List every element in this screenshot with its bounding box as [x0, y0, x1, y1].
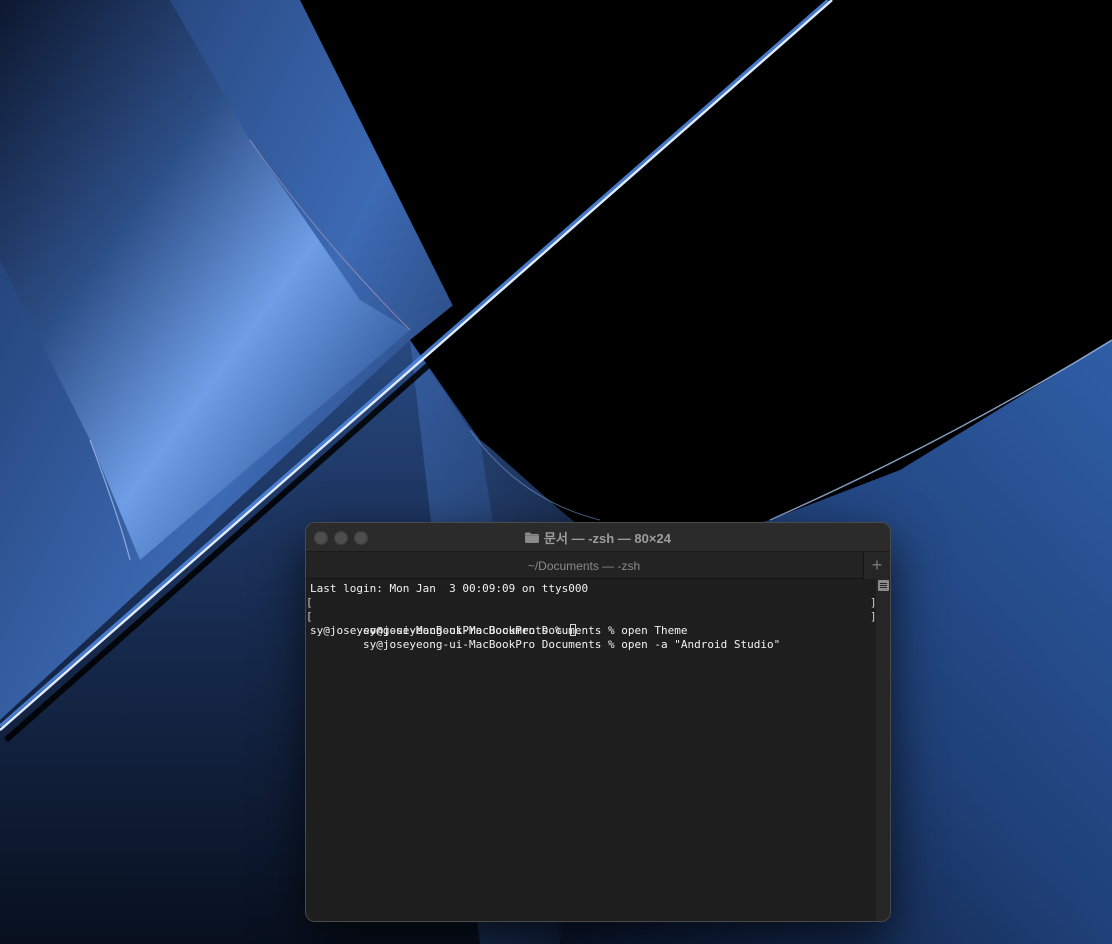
folder-icon [525, 532, 540, 543]
window-title: 문서 — -zsh — 80×24 [544, 530, 671, 546]
window-title-group: 문서 — -zsh — 80×24 [306, 523, 890, 551]
terminal-line: Last login: Mon Jan 3 00:09:09 on ttys00… [310, 582, 589, 595]
tab-documents-zsh[interactable]: ~/Documents — -zsh [306, 552, 862, 579]
terminal-line-container: [ sy@joseyeong-ui-MacBookPro Documents %… [306, 610, 780, 651]
desktop[interactable]: 문서 — -zsh — 80×24 ~/Documents — -zsh + L… [0, 0, 1112, 944]
title-bar[interactable]: 문서 — -zsh — 80×24 [306, 523, 890, 551]
new-tab-button[interactable]: + [863, 552, 890, 579]
terminal-prompt-line: sy@joseyeong-ui-MacBookPro Documents % [310, 624, 577, 638]
text-cursor [570, 624, 577, 636]
terminal-line-container: [ sy@joseyeong-ui-MacBookPro Documents %… [306, 596, 688, 637]
line-mark-left: [ [306, 596, 313, 609]
scrollbar[interactable] [876, 579, 890, 921]
terminal-prompt: sy@joseyeong-ui-MacBookPro Documents % [310, 624, 569, 637]
line-mark-left: [ [306, 610, 313, 623]
tab-label: ~/Documents — -zsh [527, 558, 641, 573]
terminal-content[interactable]: Last login: Mon Jan 3 00:09:09 on ttys00… [306, 579, 890, 921]
scroll-marker-icon[interactable] [878, 580, 889, 591]
terminal-window[interactable]: 문서 — -zsh — 80×24 ~/Documents — -zsh + L… [305, 522, 891, 922]
terminal-line: sy@joseyeong-ui-MacBookPro Documents % o… [362, 638, 781, 651]
tab-bar: ~/Documents — -zsh + [306, 551, 890, 579]
